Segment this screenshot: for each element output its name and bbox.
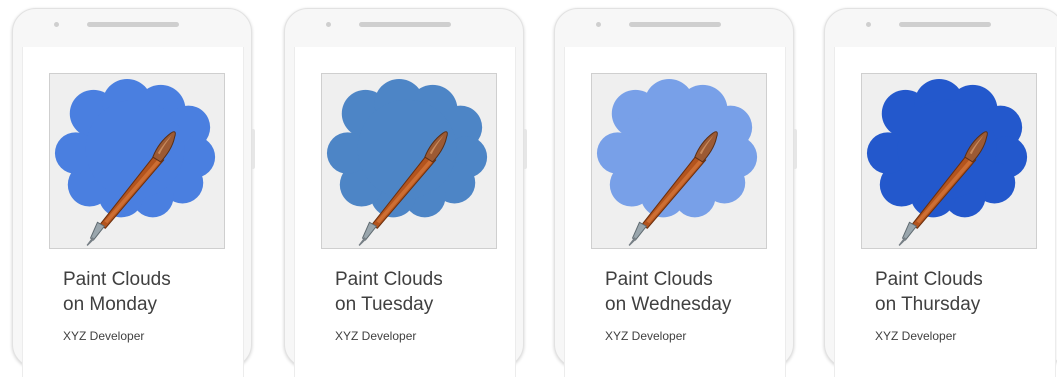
app-icon-thumbnail[interactable] [861,73,1037,249]
app-title-line-1: Paint Clouds [63,269,171,290]
app-title[interactable]: Paint Clouds on Tuesday [335,267,505,317]
app-title-line-1: Paint Clouds [875,269,983,290]
phone-frame-1: Paint Clouds on Monday XYZ Developer [12,8,255,377]
app-card-4[interactable]: Paint Clouds on Thursday XYZ Developer [834,47,1056,377]
app-title-line-2: on Monday [63,294,158,315]
side-button [794,129,797,169]
developer-name: XYZ Developer [335,329,417,343]
paint-clouds-icon [592,74,766,248]
app-icon-thumbnail[interactable] [49,73,225,249]
paint-clouds-icon [862,74,1036,248]
app-title[interactable]: Paint Clouds on Monday [63,267,233,317]
app-card-3[interactable]: Paint Clouds on Wednesday XYZ Developer [564,47,786,377]
app-title[interactable]: Paint Clouds on Wednesday [605,267,775,317]
camera-dot [596,22,601,27]
app-title-line-1: Paint Clouds [335,269,443,290]
developer-name: XYZ Developer [63,329,145,343]
speaker-slot [899,22,991,27]
developer-name: XYZ Developer [875,329,957,343]
paint-clouds-icon [50,74,224,248]
side-button [524,129,527,169]
app-title-line-2: on Wednesday [605,294,732,315]
camera-dot [54,22,59,27]
app-title-line-2: on Thursday [875,294,981,315]
app-title-line-1: Paint Clouds [605,269,713,290]
speaker-slot [359,22,451,27]
speaker-slot [87,22,179,27]
camera-dot [866,22,871,27]
app-card-1[interactable]: Paint Clouds on Monday XYZ Developer [22,47,244,377]
side-button [252,129,255,169]
app-title-line-2: on Tuesday [335,294,434,315]
camera-dot [326,22,331,27]
phone-frame-2: Paint Clouds on Tuesday XYZ Developer [284,8,527,377]
phone-frame-4: Paint Clouds on Thursday XYZ Developer [824,8,1057,377]
speaker-slot [629,22,721,27]
paint-clouds-icon [322,74,496,248]
app-card-2[interactable]: Paint Clouds on Tuesday XYZ Developer [294,47,516,377]
app-icon-thumbnail[interactable] [321,73,497,249]
developer-name: XYZ Developer [605,329,687,343]
app-title[interactable]: Paint Clouds on Thursday [875,267,1045,317]
phone-frame-3: Paint Clouds on Wednesday XYZ Developer [554,8,797,377]
app-icon-thumbnail[interactable] [591,73,767,249]
